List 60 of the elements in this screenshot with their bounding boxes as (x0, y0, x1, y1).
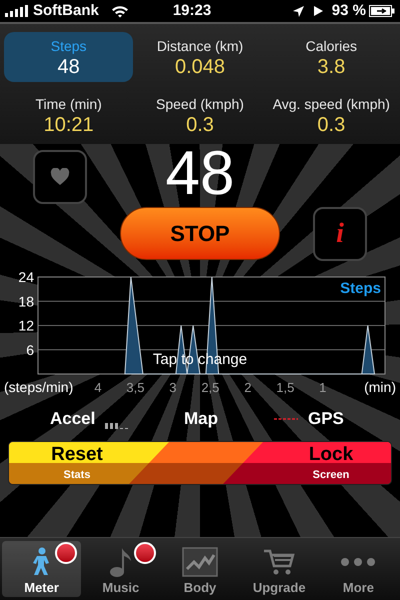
stat-tile[interactable]: Speed (kmph) 0.3 (135, 90, 265, 140)
tab-item[interactable]: Body (160, 541, 240, 597)
step-counter: 48 (166, 142, 234, 206)
x-tick-label: 2,5 (201, 380, 220, 395)
stat-label: Time (min) (35, 95, 102, 114)
shopping-cart-icon (263, 548, 296, 576)
accel-label: Accel (50, 408, 96, 430)
stat-tile[interactable]: Distance (km) 0.048 (135, 32, 265, 82)
y-tick-label: 24 (18, 271, 34, 285)
tab-item[interactable]: More (318, 541, 398, 597)
battery-icon (369, 5, 395, 17)
x-axis-label: (min) (364, 379, 396, 395)
legend-label: Steps (340, 280, 381, 297)
tab-item[interactable]: Music (81, 541, 160, 597)
stat-label: Calories (306, 37, 357, 56)
play-icon (312, 5, 324, 17)
tab-item[interactable]: Upgrade (240, 541, 319, 597)
line-graph-icon (182, 547, 218, 577)
x-tick-label: 3 (169, 380, 177, 395)
stat-label: Distance (km) (156, 37, 244, 56)
music-note-icon (108, 546, 133, 578)
x-tick-label: 2 (244, 380, 252, 395)
stat-value: 48 (58, 57, 80, 78)
stat-label: Avg. speed (kmph) (272, 95, 390, 114)
stat-label: Steps (50, 37, 87, 56)
stat-tile[interactable]: Steps 48 (4, 32, 134, 82)
battery-percent: 93 % (332, 0, 366, 21)
x-tick-label: 1 (319, 380, 326, 395)
map-label: Map (184, 408, 219, 430)
stat-value: 0.048 (174, 57, 226, 78)
location-arrow-icon (292, 4, 305, 18)
wifi-icon (110, 4, 129, 18)
y-tick-label: 12 (18, 318, 34, 334)
x-tick-label: 1,5 (276, 380, 294, 395)
lock-button[interactable]: Lock Screen (223, 442, 391, 484)
y-tick-label: 18 (18, 293, 34, 310)
reset-button[interactable]: Reset Stats (9, 442, 169, 484)
heart-icon (50, 168, 70, 186)
stat-tile[interactable]: Time (min) 10:21 (4, 90, 134, 140)
gps-label: GPS (308, 408, 344, 430)
more-icon (340, 558, 376, 566)
info-button[interactable]: i (313, 207, 367, 261)
signal-bars-icon (105, 420, 130, 429)
carrier-name: SoftBank (33, 0, 99, 21)
stat-tile[interactable]: Avg. speed (kmph) 0.3 (266, 90, 396, 140)
x-tick-label: 4 (94, 380, 102, 395)
stat-value: 0.3 (186, 115, 214, 136)
stat-tile[interactable]: Calories 3.8 (266, 32, 396, 82)
stop-button[interactable]: STOP (120, 207, 280, 260)
y-axis-label: (steps/min) (4, 379, 74, 395)
heart-button[interactable] (33, 150, 87, 204)
signal-icon (5, 5, 30, 17)
stat-value: 0.3 (317, 115, 346, 136)
stat-value: 10:21 (44, 115, 94, 136)
y-tick-label: 6 (26, 342, 34, 358)
stat-label: Speed (kmph) (156, 95, 244, 114)
clock-time: 19:23 (172, 0, 212, 21)
tab-item[interactable]: Meter (2, 541, 82, 597)
stat-value: 3.8 (317, 57, 346, 78)
x-tick-label: 3,5 (126, 380, 144, 395)
